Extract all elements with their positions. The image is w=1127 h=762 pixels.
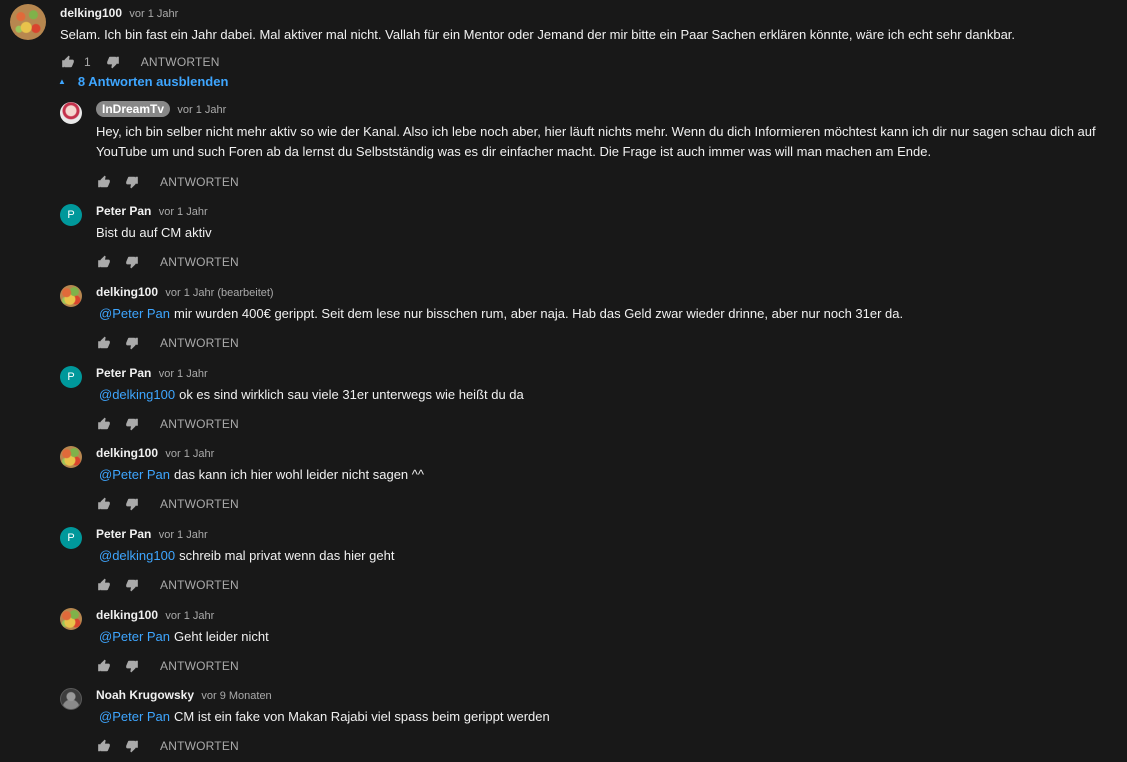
comment-body: schreib mal privat wenn das hier geht xyxy=(179,548,395,563)
mention-link[interactable]: @Peter Pan xyxy=(99,629,170,644)
comment-author[interactable]: Noah Krugowsky xyxy=(96,688,194,702)
comment-time[interactable]: vor 1 Jahr (bearbeitet) xyxy=(165,287,273,299)
comment-body: das kann ich hier wohl leider nicht sage… xyxy=(174,467,424,482)
thumbs-down-icon[interactable] xyxy=(105,54,121,70)
comment-author[interactable]: delking100 xyxy=(96,446,158,460)
comment-time[interactable]: vor 1 Jahr xyxy=(165,448,214,460)
avatar[interactable]: P xyxy=(60,527,82,549)
thumbs-down-icon[interactable] xyxy=(124,416,140,432)
top-level-comment: delking100 vor 1 Jahr Selam. Ich bin fas… xyxy=(10,2,1120,71)
comment-thread: delking100 vor 1 Jahr Selam. Ich bin fas… xyxy=(0,0,1127,762)
mention-link[interactable]: @Peter Pan xyxy=(99,306,170,321)
thumbs-down-icon[interactable] xyxy=(124,658,140,674)
reply-comment: P Peter Pan vor 1 Jahr @delking100 schrei… xyxy=(60,525,1120,594)
mention-link[interactable]: @delking100 xyxy=(99,387,175,402)
comment-author[interactable]: InDreamTv xyxy=(96,101,171,117)
avatar[interactable]: P xyxy=(60,204,82,226)
thumbs-down-icon[interactable] xyxy=(124,577,140,593)
comment-time[interactable]: vor 1 Jahr xyxy=(165,610,214,622)
thumbs-up-icon[interactable] xyxy=(96,577,112,593)
comment-text: Bist du auf CM aktiv xyxy=(96,225,212,240)
thumbs-down-icon[interactable] xyxy=(124,254,140,270)
reply-comment: delking100 vor 1 Jahr (bearbeitet) @Pete… xyxy=(60,283,1120,352)
reply-button[interactable]: ANTWORTEN xyxy=(160,659,239,673)
comment-text: Hey, ich bin selber nicht mehr aktiv so … xyxy=(96,124,1096,159)
thumbs-up-icon[interactable] xyxy=(96,658,112,674)
comment-text: @Peter Pan mir wurden 400€ gerippt. Seit … xyxy=(96,304,1120,324)
reply-button[interactable]: ANTWORTEN xyxy=(160,497,239,511)
comment-text: @delking100 ok es sind wirklich sau viele… xyxy=(96,385,1120,405)
comment-time[interactable]: vor 1 Jahr xyxy=(129,8,178,20)
mention-link[interactable]: @Peter Pan xyxy=(99,709,170,724)
thumbs-up-icon[interactable] xyxy=(96,738,112,754)
avatar[interactable] xyxy=(60,608,82,630)
comment-text: @delking100 schreib mal privat wenn das h… xyxy=(96,546,1120,566)
reply-button[interactable]: ANTWORTEN xyxy=(160,739,239,753)
hide-replies-button[interactable]: ▲ 8 Antworten ausblenden xyxy=(58,74,228,89)
mention-link[interactable]: @delking100 xyxy=(99,548,175,563)
reply-comment: delking100 vor 1 Jahr @Peter Pan Geht lei… xyxy=(60,606,1120,675)
thumbs-down-icon[interactable] xyxy=(124,335,140,351)
reply-comment: InDreamTv vor 1 Jahr Hey, ich bin selber… xyxy=(60,100,1120,191)
thumbs-up-icon[interactable] xyxy=(96,254,112,270)
comment-body: mir wurden 400€ gerippt. Seit dem lese n… xyxy=(174,306,904,321)
comment-time[interactable]: vor 1 Jahr xyxy=(177,104,226,116)
comment-time[interactable]: vor 1 Jahr xyxy=(159,529,208,541)
comment-body: CM ist ein fake von Makan Rajabi viel sp… xyxy=(174,709,550,724)
thumbs-up-icon[interactable] xyxy=(96,416,112,432)
comment-text: @Peter Pan CM ist ein fake von Makan Raja… xyxy=(96,707,1120,727)
comment-text: Selam. Ich bin fast ein Jahr dabei. Mal … xyxy=(60,27,1016,42)
thumbs-up-icon[interactable] xyxy=(60,54,76,70)
thumbs-down-icon[interactable] xyxy=(124,496,140,512)
avatar[interactable] xyxy=(60,688,82,710)
reply-comment: P Peter Pan vor 1 Jahr Bist du auf CM ak… xyxy=(60,202,1120,271)
comment-author[interactable]: delking100 xyxy=(96,285,158,299)
thumbs-down-icon[interactable] xyxy=(124,738,140,754)
comment-body: ok es sind wirklich sau viele 31er unter… xyxy=(179,387,524,402)
comment-author[interactable]: delking100 xyxy=(60,6,122,20)
reply-button[interactable]: ANTWORTEN xyxy=(160,175,239,189)
reply-button[interactable]: ANTWORTEN xyxy=(160,417,239,431)
avatar[interactable] xyxy=(60,446,82,468)
reply-button[interactable]: ANTWORTEN xyxy=(160,578,239,592)
thumbs-down-icon[interactable] xyxy=(124,174,140,190)
reply-comment: P Peter Pan vor 1 Jahr @delking100 ok es … xyxy=(60,364,1120,433)
hide-replies-label: 8 Antworten ausblenden xyxy=(77,74,229,89)
comment-author[interactable]: Peter Pan xyxy=(96,527,151,541)
reply-button[interactable]: ANTWORTEN xyxy=(160,336,239,350)
thumbs-up-icon[interactable] xyxy=(96,174,112,190)
like-count: 1 xyxy=(84,55,91,69)
thumbs-up-icon[interactable] xyxy=(96,496,112,512)
avatar[interactable] xyxy=(60,102,82,124)
comment-text: @Peter Pan das kann ich hier wohl leider … xyxy=(96,465,1120,485)
comment-body: Geht leider nicht xyxy=(174,629,269,644)
thumbs-up-icon[interactable] xyxy=(96,335,112,351)
reply-button[interactable]: ANTWORTEN xyxy=(160,255,239,269)
comment-author[interactable]: Peter Pan xyxy=(96,366,151,380)
reply-comment: delking100 vor 1 Jahr @Peter Pan das kann… xyxy=(60,444,1120,513)
comment-text: @Peter Pan Geht leider nicht xyxy=(96,627,1120,647)
comment-author[interactable]: Peter Pan xyxy=(96,204,151,218)
comment-time[interactable]: vor 9 Monaten xyxy=(201,690,271,702)
caret-up-icon: ▲ xyxy=(58,77,66,86)
reply-comment: Noah Krugowsky vor 9 Monaten @Peter Pan C… xyxy=(60,686,1120,755)
avatar[interactable] xyxy=(10,4,46,40)
comment-author[interactable]: delking100 xyxy=(96,608,158,622)
reply-button[interactable]: ANTWORTEN xyxy=(141,55,220,69)
avatar[interactable] xyxy=(60,285,82,307)
comment-time[interactable]: vor 1 Jahr xyxy=(159,368,208,380)
avatar[interactable]: P xyxy=(60,366,82,388)
comment-time[interactable]: vor 1 Jahr xyxy=(159,206,208,218)
mention-link[interactable]: @Peter Pan xyxy=(99,467,170,482)
